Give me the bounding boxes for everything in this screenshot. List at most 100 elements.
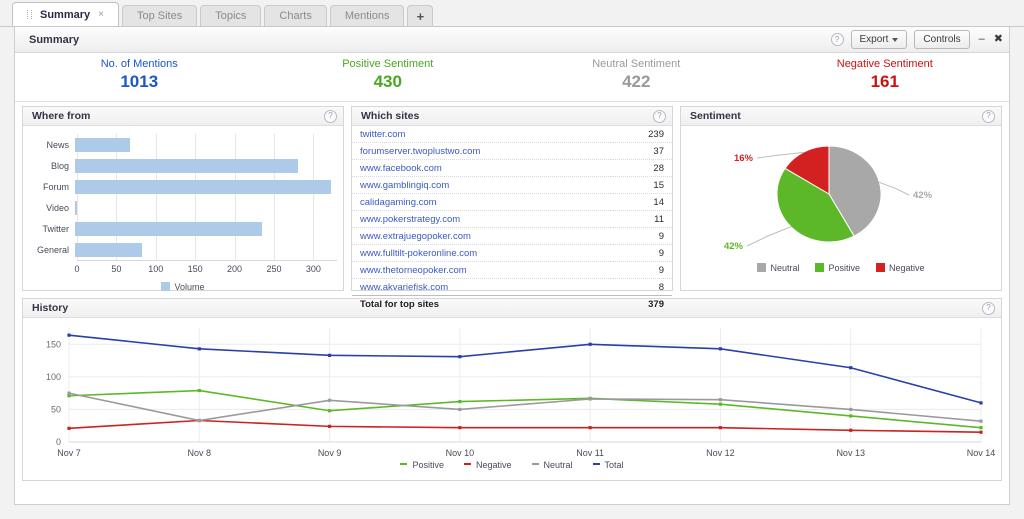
data-point[interactable] — [588, 342, 592, 346]
data-point[interactable] — [718, 402, 723, 406]
data-point[interactable] — [458, 407, 462, 412]
legend-item[interactable]: Positive — [400, 460, 444, 470]
site-name-link[interactable]: www.gamblingiq.com — [352, 176, 612, 194]
data-point[interactable] — [588, 426, 592, 430]
data-point[interactable] — [979, 419, 983, 423]
bar[interactable] — [75, 221, 262, 236]
data-point[interactable] — [197, 388, 201, 393]
site-count: 239 — [611, 126, 672, 143]
table-row[interactable]: www.gamblingiq.com 15 — [352, 176, 672, 194]
table-row[interactable]: www.extrajuegopoker.com 9 — [352, 227, 672, 245]
data-point[interactable] — [979, 401, 983, 405]
bar-category-label: Forum — [42, 181, 69, 192]
x-axis-tick-label: 300 — [305, 264, 321, 274]
table-row[interactable]: twitter.com 239 — [352, 126, 672, 143]
tab-summary[interactable]: Summary × — [12, 2, 119, 26]
controls-button[interactable]: Controls — [914, 30, 970, 49]
line-series[interactable] — [68, 334, 982, 404]
tab-top-sites[interactable]: Top Sites — [121, 5, 198, 26]
data-point[interactable] — [327, 353, 332, 357]
kpi-row: No. of Mentions 1013 Positive Sentiment … — [15, 53, 1009, 102]
data-point[interactable] — [458, 355, 462, 359]
data-point[interactable] — [197, 418, 201, 423]
legend-item[interactable]: Positive — [815, 263, 860, 273]
site-name-link[interactable]: www.thetorneopoker.com — [352, 261, 612, 279]
data-point[interactable] — [67, 333, 71, 337]
help-icon[interactable]: ? — [982, 301, 995, 315]
data-point[interactable] — [588, 397, 592, 401]
line-series[interactable] — [68, 419, 982, 434]
site-count: 9 — [611, 227, 672, 245]
table-row[interactable]: www.thetorneopoker.com 9 — [352, 261, 672, 279]
data-point[interactable] — [849, 428, 853, 432]
bar[interactable] — [75, 137, 131, 152]
legend-item[interactable]: Negative — [463, 460, 512, 470]
bar[interactable] — [75, 200, 77, 215]
data-point[interactable] — [67, 391, 71, 395]
help-icon[interactable]: ? — [324, 109, 337, 123]
where-from-panel: Where from ? News Blog Forum Video Twitter Ge… — [22, 106, 344, 292]
data-point[interactable] — [458, 426, 462, 430]
help-icon[interactable]: ? — [830, 33, 844, 46]
add-tab-button[interactable]: + — [407, 5, 434, 26]
table-row[interactable]: www.akvariefisk.com 8 — [352, 278, 672, 296]
legend-item[interactable]: Total — [592, 460, 624, 470]
data-point[interactable] — [979, 430, 983, 434]
site-name-link[interactable]: www.akvariefisk.com — [352, 278, 612, 296]
legend-item[interactable]: Neutral — [531, 460, 573, 470]
table-row[interactable]: calidagaming.com 14 — [352, 193, 672, 211]
tab-mentions[interactable]: Mentions — [329, 5, 405, 26]
site-name-link[interactable]: forumserver.twoplustwo.com — [352, 142, 612, 160]
x-axis-tick-label: 250 — [266, 264, 282, 274]
data-point[interactable] — [718, 426, 723, 430]
tab-charts[interactable]: Charts — [264, 5, 327, 26]
line-series[interactable] — [68, 392, 982, 422]
bar[interactable] — [75, 179, 332, 194]
help-icon[interactable]: ? — [982, 109, 995, 123]
table-row[interactable]: www.fulltilt-pokeronline.com 9 — [352, 244, 672, 262]
close-icon[interactable]: ✖ — [994, 34, 1003, 45]
tab-drag-handle-icon[interactable] — [27, 10, 32, 19]
x-axis-tick-label: 0 — [74, 264, 80, 274]
data-point[interactable] — [458, 400, 462, 404]
data-point[interactable] — [197, 347, 201, 351]
data-point[interactable] — [849, 414, 853, 418]
bar[interactable] — [75, 242, 142, 257]
bar[interactable] — [75, 158, 298, 173]
data-point[interactable] — [849, 407, 853, 412]
legend-item[interactable]: Neutral — [757, 263, 799, 273]
data-point[interactable] — [718, 347, 723, 351]
table-row[interactable]: www.pokerstrategy.com 11 — [352, 210, 672, 228]
x-axis-tick-label: 200 — [227, 264, 243, 274]
data-point[interactable] — [849, 366, 853, 370]
data-point[interactable] — [979, 426, 983, 430]
site-name-link[interactable]: twitter.com — [352, 126, 612, 143]
pie-value-label: 42% — [913, 190, 933, 201]
table-row[interactable]: www.facebook.com 28 — [352, 159, 672, 177]
table-row[interactable]: forumserver.twoplustwo.com 37 — [352, 142, 672, 160]
bar-category-label: Blog — [50, 160, 69, 171]
data-point[interactable] — [67, 426, 71, 430]
data-point[interactable] — [327, 409, 332, 413]
site-name-link[interactable]: www.fulltilt-pokeronline.com — [352, 244, 612, 262]
export-button[interactable]: Export — [850, 30, 908, 49]
site-name-link[interactable]: www.facebook.com — [352, 159, 612, 177]
minimize-icon[interactable]: – — [979, 34, 985, 45]
data-point[interactable] — [327, 424, 332, 428]
help-icon[interactable]: ? — [653, 109, 666, 123]
site-name-link[interactable]: www.pokerstrategy.com — [352, 210, 612, 228]
tab-close-icon[interactable]: × — [98, 3, 104, 27]
site-name-link[interactable]: calidagaming.com — [352, 193, 612, 211]
data-point[interactable] — [718, 398, 723, 402]
tab-topics[interactable]: Topics — [200, 5, 262, 26]
kpi-label: Positive Sentiment — [342, 58, 434, 70]
data-point[interactable] — [327, 398, 332, 402]
where-from-chart: News Blog Forum Video Twitter General 0 50 100 15… — [23, 126, 343, 292]
legend-item[interactable]: Negative — [876, 263, 925, 273]
page-title: Summary — [29, 33, 80, 46]
legend-marker-icon — [463, 463, 471, 465]
which-sites-table: twitter.com 239 forumserver.twoplustwo.com… — [352, 126, 672, 312]
bar-category-label: Twitter — [42, 223, 69, 234]
legend-item[interactable]: Volume — [161, 282, 205, 292]
site-name-link[interactable]: www.extrajuegopoker.com — [352, 227, 612, 245]
